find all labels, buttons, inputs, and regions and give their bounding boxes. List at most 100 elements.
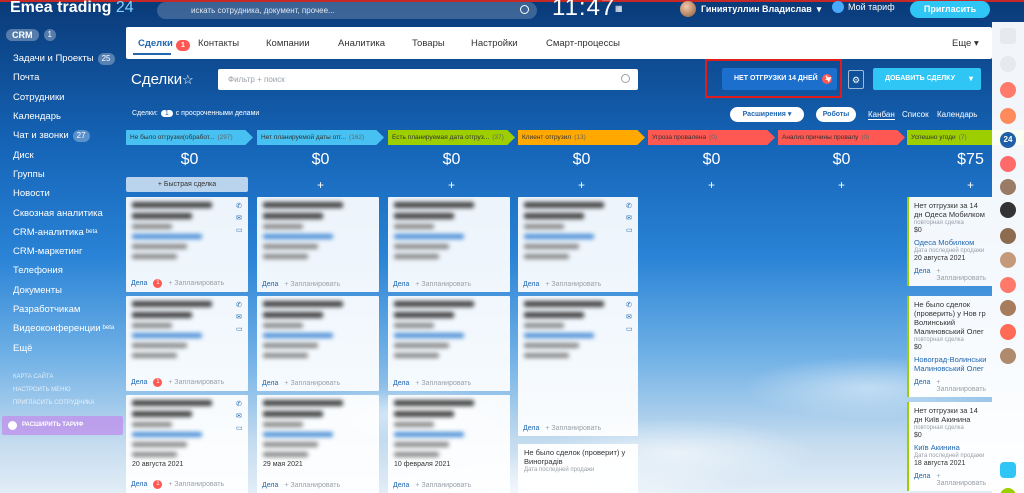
column-header[interactable]: Есть планируемая дата отгруз... (37)	[388, 130, 515, 145]
deal-card[interactable]: Нет отгрузки за 14 дн Одеса Мобилком повт…	[907, 197, 992, 286]
plan-link[interactable]: + Запланировать	[284, 281, 340, 288]
deal-card[interactable]: 10 февраля 2021 Дела + Запланировать	[388, 395, 510, 493]
avatar[interactable]	[1000, 252, 1016, 268]
add-deal-plus-icon[interactable]: +	[388, 178, 515, 192]
plan-link[interactable]: + Запланировать	[415, 380, 471, 387]
extensions-button[interactable]: Расширения ▾	[730, 107, 804, 122]
plan-link[interactable]: + Запланировать	[284, 482, 340, 489]
chat-icon[interactable]	[1000, 488, 1016, 493]
mail-icon[interactable]: ✉	[626, 312, 635, 324]
tab-products[interactable]: Товары	[412, 38, 445, 49]
sidebar-item-15[interactable]: Ещё	[13, 338, 115, 357]
avatar[interactable]	[1000, 202, 1016, 218]
quick-deal-button[interactable]: + Быстрая сделка	[126, 177, 248, 192]
deal-card[interactable]: 20 августа 2021 Дела 1 + Запланировать ✆ ✉ ▭	[126, 395, 248, 493]
tariff-button[interactable]: Мой тариф	[832, 1, 895, 13]
search-icon[interactable]	[1000, 56, 1016, 72]
chat-icon[interactable]: ▭	[626, 324, 635, 336]
deal-card[interactable]: Дела + Запланировать	[257, 197, 379, 292]
deal-card[interactable]: Дела + Запланировать ✆ ✉ ▭	[518, 296, 638, 436]
upgrade-tariff-button[interactable]: расширить тариф	[2, 416, 123, 435]
avatar[interactable]	[1000, 179, 1016, 195]
bitrix-icon[interactable]: 24	[1000, 132, 1016, 148]
plan-link[interactable]: + Запланировать	[936, 379, 987, 393]
deals-link[interactable]: Дела	[914, 379, 930, 393]
phone-icon[interactable]: ✆	[236, 399, 245, 411]
add-deal-plus-icon[interactable]: +	[518, 178, 645, 192]
chat-icon[interactable]: ▭	[236, 423, 245, 435]
plan-link[interactable]: + Запланировать	[415, 281, 471, 288]
worktime-icon[interactable]: ▦	[615, 4, 623, 13]
deal-card[interactable]: 29 мая 2021 Дела + Запланировать	[257, 395, 379, 493]
sidebar-item-3[interactable]: Календарь	[13, 107, 115, 126]
deal-card[interactable]: Дела 1 + Запланировать ✆ ✉ ▭	[126, 197, 248, 292]
add-deal-plus-icon[interactable]: +	[257, 178, 384, 192]
user-menu[interactable]: Гиниятуллин Владислав ▾	[680, 0, 821, 18]
sidebar-item-5[interactable]: Диск	[13, 145, 115, 164]
column-header[interactable]: Угроза провалена (0)	[648, 130, 775, 145]
sidebar-item-10[interactable]: CRM-маркетинг	[13, 242, 115, 261]
view-kanban[interactable]: Канбан	[868, 110, 895, 120]
avatar[interactable]	[1000, 277, 1016, 293]
sidebar-item-6[interactable]: Группы	[13, 165, 115, 184]
star-icon[interactable]: ☆	[182, 72, 194, 88]
tab-contacts[interactable]: Контакты	[198, 38, 239, 49]
avatar[interactable]	[1000, 228, 1016, 244]
deals-link[interactable]: Дела	[523, 281, 539, 288]
plan-link[interactable]: + Запланировать	[168, 379, 224, 386]
invite-button[interactable]: Пригласить	[910, 1, 990, 18]
open-lines-icon[interactable]	[1000, 462, 1016, 478]
avatar[interactable]	[1000, 348, 1016, 364]
deals-link[interactable]: Дела	[131, 379, 147, 386]
deals-link[interactable]: Дела	[131, 481, 147, 488]
robots-button[interactable]: Роботы	[816, 107, 856, 122]
sidebar-item-12[interactable]: Документы	[13, 281, 115, 300]
plan-link[interactable]: + Запланировать	[936, 473, 987, 487]
sidebar-item-8[interactable]: Сквозная аналитика	[13, 203, 115, 222]
deal-card[interactable]: Дела + Запланировать	[257, 296, 379, 391]
deals-link[interactable]: Дела	[131, 280, 147, 287]
plan-link[interactable]: + Запланировать	[168, 481, 224, 488]
phone-icon[interactable]: ✆	[626, 201, 635, 213]
sidebar-item-2[interactable]: Сотрудники	[13, 88, 115, 107]
tab-more[interactable]: Еще ▾	[952, 38, 979, 49]
deal-card[interactable]: Дела + Запланировать ✆ ✉ ▭	[518, 197, 638, 292]
mail-icon[interactable]: ✉	[626, 213, 635, 225]
plan-link[interactable]: + Запланировать	[545, 281, 601, 288]
column-header[interactable]: Не было отгрузки(обработ... (297)	[126, 130, 253, 145]
avatar[interactable]	[1000, 300, 1016, 316]
plan-link[interactable]: + Запланировать	[284, 380, 340, 387]
avatar[interactable]	[1000, 82, 1016, 98]
deal-card-company[interactable]: Новоград-Волинськи Малиновський Олег	[914, 355, 987, 373]
mail-icon[interactable]: ✉	[236, 213, 245, 225]
sidebar-item-9[interactable]: CRM-аналитика beta	[13, 223, 115, 242]
overdue-count[interactable]: 1	[160, 110, 173, 117]
tab-companies[interactable]: Компании	[266, 38, 310, 49]
sidebar-item-13[interactable]: Разработчикам	[13, 300, 115, 319]
deal-card-company[interactable]: Київ Акинина	[914, 443, 987, 452]
phone-icon[interactable]: ✆	[236, 201, 245, 213]
mail-icon[interactable]: ✉	[236, 312, 245, 324]
column-header[interactable]: Нет планируемой даты отг... (162)	[257, 130, 384, 145]
sidebar-item-0[interactable]: Задачи и Проекты 25	[13, 49, 115, 68]
sidebar-item-1[interactable]: Почта	[13, 68, 115, 87]
deal-card[interactable]: Не было сделок (проверить) у Нов гр Воли…	[907, 296, 992, 397]
deals-link[interactable]: Дела	[393, 380, 409, 387]
deal-card[interactable]: Дела 1 + Запланировать ✆ ✉ ▭	[126, 296, 248, 391]
tab-settings[interactable]: Настройки	[471, 38, 518, 49]
sidebar-item-7[interactable]: Новости	[13, 184, 115, 203]
phone-icon[interactable]: ✆	[236, 300, 245, 312]
deals-link[interactable]: Дела	[914, 473, 930, 487]
plan-link[interactable]: + Запланировать	[415, 482, 471, 489]
sidebar-item-14[interactable]: Видеоконференции beta	[13, 319, 115, 338]
gear-icon[interactable]: ⚙	[848, 70, 864, 89]
sidebar-item-11[interactable]: Телефония	[13, 261, 115, 280]
column-header[interactable]: Анализ причины провалу (0)	[778, 130, 905, 145]
view-calendar[interactable]: Календарь	[937, 110, 977, 119]
deal-card[interactable]: Нет отгрузки за 14 дн Київ Акинина повтор…	[907, 402, 992, 491]
filter-search-input[interactable]: Фильтр + поиск	[218, 69, 638, 90]
avatar[interactable]	[1000, 156, 1016, 172]
plan-link[interactable]: + Запланировать	[545, 425, 601, 432]
configure-menu-link[interactable]: настроить меню	[13, 384, 94, 397]
view-list[interactable]: Список	[902, 110, 929, 119]
